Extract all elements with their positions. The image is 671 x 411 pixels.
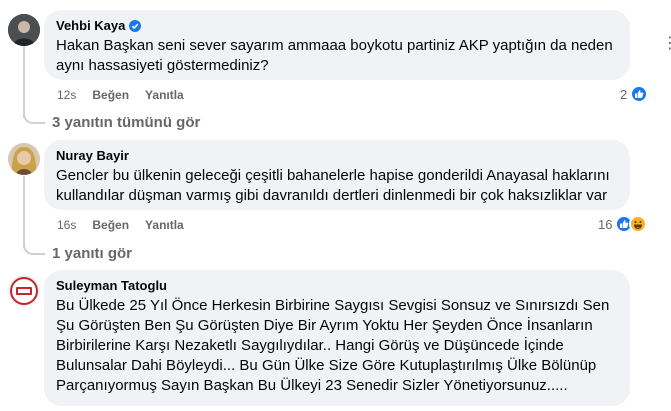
reply-button[interactable]: Yanıtla (145, 217, 184, 233)
avatar[interactable] (8, 275, 40, 307)
comment-text: Gencler bu ülkenin geleceği çeşitli baha… (56, 167, 610, 204)
comment-text: Bu Ülkede 25 Yıl Önce Herkesin Birbirine… (56, 297, 610, 394)
comment-text: Hakan Başkan seni sever sayarım ammaaa b… (56, 37, 613, 74)
thread-connector (23, 238, 45, 255)
like-button[interactable]: Beğen (92, 87, 129, 103)
verified-badge-icon (129, 20, 142, 32)
comment-time[interactable]: 16s (57, 217, 76, 233)
comment-bubble: Vehbi Kaya Hakan Başkan seni sever sayar… (44, 10, 630, 80)
like-button[interactable]: Beğen (92, 217, 129, 233)
comment-time[interactable]: 12s (57, 87, 76, 103)
reaction-summary[interactable]: 2 (620, 85, 649, 103)
view-replies-link[interactable]: 1 yanıtı gör (52, 244, 132, 264)
comment-author[interactable]: Nuray Bayir (56, 148, 129, 164)
like-icon (630, 85, 649, 103)
reaction-count: 16 (598, 216, 613, 232)
comment-author[interactable]: Suleyman Tatoglu (56, 278, 167, 294)
view-replies-link[interactable]: 3 yanıtın tümünü gör (52, 113, 200, 133)
reaction-summary[interactable]: 16 (598, 215, 648, 233)
reaction-count: 2 (620, 86, 628, 102)
comment-author[interactable]: Vehbi Kaya (56, 18, 125, 34)
thread-connector (23, 108, 45, 124)
more-options-icon[interactable]: ⋮ (662, 36, 671, 52)
avatar[interactable] (8, 14, 40, 46)
comment-bubble: Suleyman Tatoglu Bu Ülkede 25 Yıl Önce H… (44, 270, 630, 406)
reply-button[interactable]: Yanıtla (145, 87, 184, 103)
avatar[interactable] (8, 143, 40, 175)
comment-bubble: Nuray Bayir Gencler bu ülkenin geleceği … (44, 140, 630, 210)
haha-icon (629, 215, 648, 233)
